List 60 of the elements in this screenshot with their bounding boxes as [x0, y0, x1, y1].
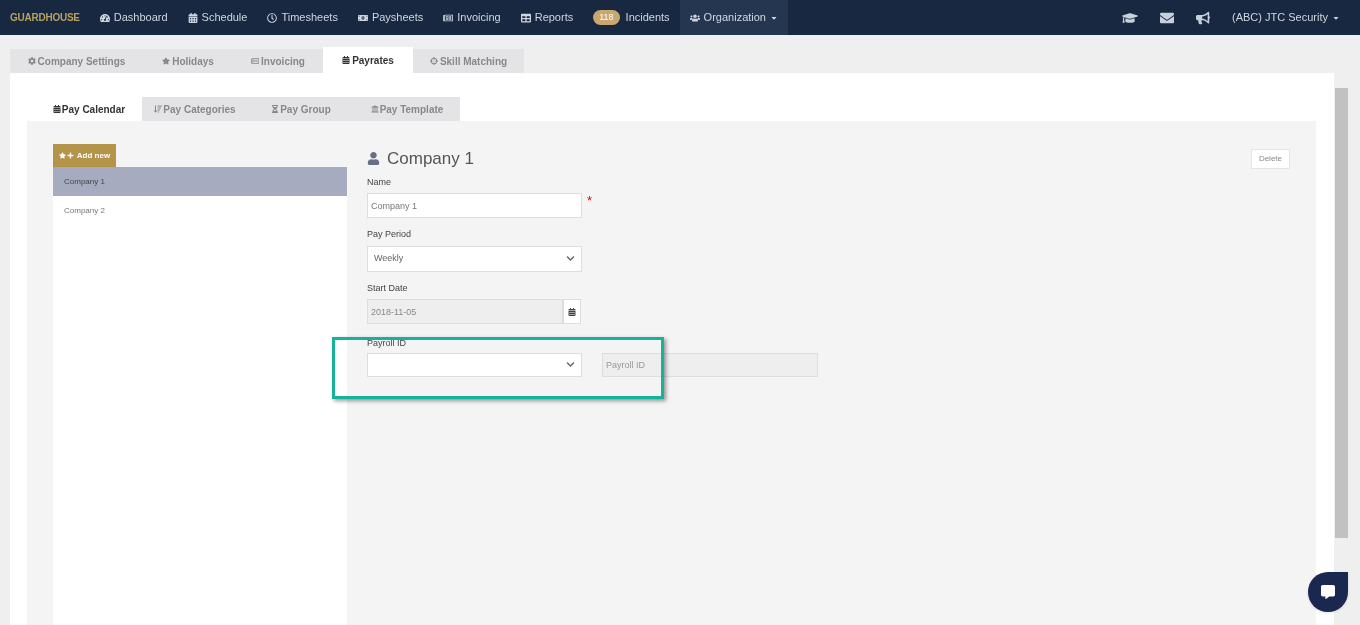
person-icon [367, 152, 380, 166]
field-label: Payroll ID [367, 337, 407, 350]
card-icon [251, 57, 260, 65]
banknote-icon [357, 12, 368, 23]
delete-button[interactable]: Delete [1250, 148, 1290, 169]
field-label: Name [367, 175, 392, 189]
gear-icon [27, 57, 36, 65]
logo: GUARDHOUSE [10, 11, 80, 25]
nav-link[interactable]: Reports [510, 0, 584, 35]
chevron-icon [566, 360, 575, 369]
star-icon [58, 152, 66, 159]
field-label: Pay Period [367, 228, 413, 241]
nav-link[interactable]: Schedule [177, 0, 258, 35]
nav-link[interactable]: Invoicing [433, 0, 511, 35]
crosshair-icon [429, 57, 438, 65]
company-list-item[interactable]: Company 1 [53, 167, 347, 196]
count-badge: 118 [593, 9, 620, 26]
calendar-icon [568, 307, 576, 316]
hourglass-icon [271, 105, 280, 113]
mail-icon[interactable] [1160, 10, 1175, 25]
nav-link[interactable]: Timesheets [257, 0, 348, 35]
chat-button[interactable] [1308, 572, 1348, 612]
calendar-button[interactable] [563, 299, 581, 324]
calendar-icon [52, 105, 61, 113]
pay-period-select[interactable]: Weekly [367, 245, 582, 272]
start-date-field[interactable]: 2018-11-05 [367, 299, 563, 324]
calendar-icon [187, 12, 198, 23]
tab[interactable]: Pay Template [354, 97, 460, 121]
add-new-button[interactable]: Add new [53, 144, 116, 167]
tab[interactable]: Skill Matching [413, 49, 524, 73]
calendar-icon [342, 56, 351, 64]
tab[interactable]: Holidays [143, 49, 233, 73]
tab[interactable]: Payrates [323, 47, 413, 73]
company-list-item[interactable]: Company 2 [53, 196, 347, 225]
users-icon [689, 12, 700, 23]
megaphone-icon[interactable] [1196, 10, 1211, 25]
bank-icon [370, 105, 379, 113]
nav-link[interactable]: 118 Incidents [583, 0, 680, 35]
account-menu[interactable]: (ABC) JTC Security [1232, 9, 1340, 26]
clock-icon [267, 12, 278, 23]
star-icon [162, 57, 171, 65]
name-field[interactable]: Company 1 [367, 193, 582, 218]
payroll-id-field[interactable]: Payroll ID [602, 352, 818, 377]
field-label: Start Date [367, 281, 409, 295]
tab[interactable]: Pay Group [248, 97, 354, 121]
card-icon [443, 12, 454, 23]
nav-link[interactable]: Organization [679, 0, 788, 35]
chevron-icon [566, 254, 575, 263]
plus-icon [66, 152, 74, 159]
nav-link[interactable]: Paysheets [347, 0, 434, 35]
required-asterisk: * [587, 193, 593, 209]
nav-link[interactable]: Dashboard [89, 0, 178, 35]
sort-icon [154, 105, 163, 113]
gauge-icon [99, 12, 110, 23]
table-icon [520, 12, 531, 23]
tab[interactable]: Invoicing [233, 49, 323, 73]
form-title: Company 1 [387, 148, 474, 170]
chat-icon [1321, 585, 1335, 599]
tab[interactable]: Company Settings [10, 49, 143, 73]
tab[interactable]: Pay Categories [142, 97, 248, 121]
